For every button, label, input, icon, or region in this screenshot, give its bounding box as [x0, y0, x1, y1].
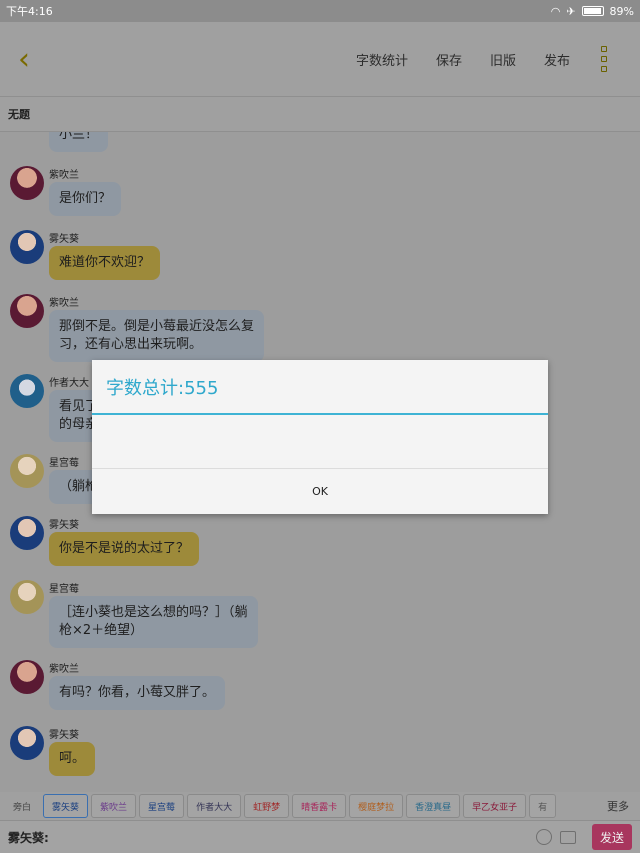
avatar[interactable] — [10, 726, 44, 760]
avatar[interactable] — [10, 660, 44, 694]
message-bubble[interactable]: 难道你不欢迎？ — [49, 246, 161, 280]
battery-percent: 89% — [609, 4, 634, 18]
character-tab[interactable]: 虹野梦 — [244, 794, 290, 818]
avatar[interactable] — [10, 516, 44, 550]
speaker-name: 作者大大 — [49, 378, 89, 389]
status-time: 下午4:16 — [6, 5, 53, 18]
battery-icon — [581, 6, 604, 16]
dialog-body — [92, 415, 548, 469]
speaker-name: 星宫莓 — [49, 584, 79, 595]
back-arrow-icon[interactable]: ‹ — [4, 39, 44, 79]
old-version-button[interactable]: 旧版 — [476, 39, 530, 79]
character-tab[interactable]: 雾矢葵 — [43, 794, 89, 818]
message-input[interactable]: 雾矢葵: — [0, 829, 530, 846]
speaker-name: 雾矢葵 — [49, 520, 79, 531]
character-tab[interactable]: 早乙女亚子 — [463, 794, 527, 818]
message-bubble[interactable]: 呵。 — [49, 742, 96, 776]
character-tab[interactable]: 紫吹兰 — [91, 794, 137, 818]
character-tabs: 旁白 雾矢葵 紫吹兰 星宫莓 作者大大 虹野梦 晴香露卡 樱庭梦拉 香澄真昼 早乙女亚子有 — [0, 792, 640, 820]
message-bubble[interactable]: 有吗？你看，小莓又胖了。 — [49, 676, 226, 710]
emoji-icon[interactable] — [536, 829, 552, 845]
status-icons: ◠ ✈ 89% — [551, 5, 634, 18]
page-title[interactable]: 无题 — [0, 96, 640, 132]
save-button[interactable]: 保存 — [422, 39, 476, 79]
speaker-name: 星宫莓 — [49, 458, 79, 469]
message-bubble[interactable]: 那倒不是。倒是小莓最近没怎么复 习，还有心思出来玩啊。 — [49, 310, 265, 362]
overflow-menu-icon[interactable] — [584, 39, 624, 79]
message-bubble[interactable]: 是你们？ — [49, 182, 122, 216]
character-tab[interactable]: 樱庭梦拉 — [349, 794, 404, 818]
speaker-name: 雾矢葵 — [49, 730, 79, 741]
more-button[interactable]: 更多 — [596, 792, 640, 820]
word-count-dialog: 字数总计:555 OK — [92, 360, 548, 514]
message-bubble[interactable]: 你是不是说的太过了？ — [49, 532, 200, 566]
ok-button[interactable]: OK — [92, 469, 548, 514]
character-tab[interactable]: 星宫莓 — [139, 794, 185, 818]
airplane-icon: ✈ — [566, 4, 576, 18]
word-count-button[interactable]: 字数统计 — [342, 39, 422, 79]
character-tab[interactable]: 旁白 — [4, 794, 40, 818]
character-tab[interactable]: 有 — [529, 794, 557, 818]
input-bar: 雾矢葵: 发送 — [0, 820, 640, 853]
character-tab[interactable]: 晴香露卡 — [292, 794, 347, 818]
status-bar: 下午4:16 ◠ ✈ 89% — [0, 0, 640, 22]
speaker-name: 雾矢葵 — [49, 234, 79, 245]
avatar[interactable] — [10, 230, 44, 264]
speaker-name: 紫吹兰 — [49, 664, 79, 675]
speaker-name: 紫吹兰 — [49, 298, 79, 309]
publish-button[interactable]: 发布 — [530, 39, 584, 79]
speaker-name: 紫吹兰 — [49, 170, 79, 181]
avatar[interactable] — [10, 166, 44, 200]
avatar[interactable] — [10, 580, 44, 614]
dialog-title: 字数总计:555 — [92, 360, 548, 415]
avatar[interactable] — [10, 454, 44, 488]
avatar[interactable] — [10, 374, 44, 408]
avatar[interactable] — [10, 294, 44, 328]
toolbar: ‹ 字数统计 保存 旧版 发布 — [0, 22, 640, 96]
character-tab[interactable]: 作者大大 — [187, 794, 242, 818]
message-bubble[interactable]: ［连小葵也是这么想的吗？］（躺 枪×2＋绝望） — [49, 596, 258, 648]
message-bubble: 小兰！ — [49, 132, 109, 152]
send-button[interactable]: 发送 — [592, 824, 632, 850]
character-tab[interactable]: 香澄真昼 — [406, 794, 461, 818]
wifi-icon: ◠ — [550, 4, 561, 18]
image-icon[interactable] — [560, 830, 576, 844]
